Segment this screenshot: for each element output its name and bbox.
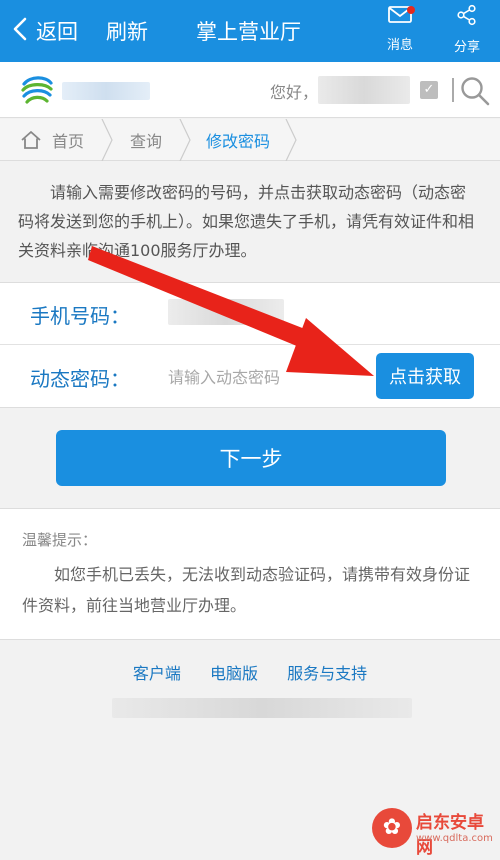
breadcrumb-separator-icon	[285, 119, 297, 161]
breadcrumb-separator-icon	[179, 119, 191, 161]
header-divider	[452, 78, 454, 102]
site-watermark: ✿ 启东安卓网 www.qdlta.com	[372, 806, 496, 858]
footer-links: 客户端 电脑版 服务与支持	[0, 660, 500, 684]
china-mobile-logo-icon[interactable]	[20, 74, 54, 106]
back-button[interactable]: 返回	[12, 0, 78, 62]
phone-number-blurred	[168, 299, 284, 325]
tips-title: 温馨提示：	[22, 531, 98, 549]
instructions: 请输入需要修改密码的号码，并点击获取动态密码（动态密码将发送到您的手机上）。如果…	[0, 162, 500, 280]
watermark-url: www.qdlta.com	[416, 833, 493, 844]
search-icon[interactable]	[458, 74, 492, 108]
unread-dot	[407, 6, 415, 14]
share-icon	[456, 4, 478, 30]
breadcrumb-home-label: 首页	[52, 132, 85, 151]
breadcrumb-current: 修改密码	[206, 132, 271, 151]
brand-name-blurred	[62, 82, 150, 100]
refresh-button[interactable]: 刷新	[106, 0, 148, 62]
footer-link-desktop[interactable]: 电脑版	[210, 664, 258, 683]
chevron-left-icon	[12, 16, 28, 47]
breadcrumb-query[interactable]: 查询	[130, 119, 162, 161]
page-title: 掌上营业厅	[196, 20, 301, 44]
messages-label: 消息	[386, 38, 413, 53]
footer-link-support[interactable]: 服务与支持	[287, 664, 367, 683]
get-code-button[interactable]: 点击获取	[376, 353, 474, 399]
greeting: 您好，	[270, 83, 319, 102]
site-header: 您好， ✓	[0, 62, 500, 118]
breadcrumb: 首页 查询 修改密码	[0, 119, 500, 161]
phone-row: 手机号码：	[0, 283, 500, 345]
share-label: 分享	[453, 40, 480, 55]
footer-copyright-blurred	[112, 698, 412, 718]
share-button[interactable]: 分享	[437, 4, 497, 58]
tips-panel: 温馨提示： 如您手机已丢失，无法收到动态验证码，请携带有效身份证件资料，前往当地…	[0, 508, 500, 640]
footer-link-client[interactable]: 客户端	[133, 664, 181, 683]
otp-label: 动态密码：	[30, 367, 130, 391]
back-label: 返回	[36, 20, 78, 44]
otp-input[interactable]	[160, 360, 360, 394]
watermark-logo-icon: ✿	[372, 808, 412, 848]
dropdown-check-icon[interactable]: ✓	[420, 81, 438, 99]
app-top-bar: 返回 刷新 掌上营业厅 消息 分享	[0, 0, 500, 62]
messages-button[interactable]: 消息	[370, 4, 430, 58]
breadcrumb-home[interactable]: 首页	[20, 119, 84, 161]
breadcrumb-separator-icon	[101, 119, 113, 161]
instructions-text: 请输入需要修改密码的号码，并点击获取动态密码（动态密码将发送到您的手机上）。如果…	[18, 183, 475, 260]
username-blurred	[318, 76, 410, 104]
next-step-button[interactable]: 下一步	[56, 430, 446, 486]
phone-label: 手机号码：	[30, 304, 130, 328]
refresh-label: 刷新	[106, 20, 148, 44]
tips-body: 如您手机已丢失，无法收到动态验证码，请携带有效身份证件资料，前往当地营业厅办理。	[22, 565, 471, 615]
home-icon	[21, 131, 41, 149]
